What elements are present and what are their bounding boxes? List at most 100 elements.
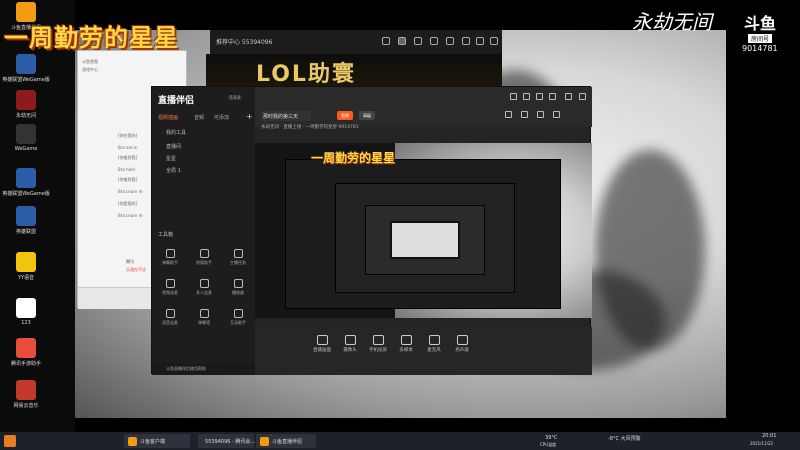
source-toolbar: 直播画面 摄像头 手机投屏 多媒体 麦克风 扬声器: [255, 327, 592, 375]
home-icon[interactable]: [398, 37, 406, 45]
desktop-icon-column: 斗鱼直播伴侣 英雄联盟WeGame版 永劫无间 WeGame 英雄联盟WeGame版 英雄…: [0, 0, 75, 432]
taskbar: 斗鱼客户端 55394096 - 腾讯会... 斗鱼直播伴侣 39°C CPU温度 …: [0, 432, 800, 450]
titlebar-text: 推荐中心 55394096: [216, 39, 273, 46]
minimize-icon[interactable]: [565, 93, 572, 100]
source-button[interactable]: 手机投屏: [363, 335, 393, 353]
file-icon: [16, 298, 36, 318]
settings-icon[interactable]: [510, 93, 517, 100]
lol-banner-text: LOL助寰: [256, 62, 356, 87]
desktop-shortcut[interactable]: 123: [4, 298, 48, 326]
desktop-shortcut-label: 网易云音乐: [13, 403, 39, 409]
danmaku-icon: [165, 249, 175, 258]
source-button[interactable]: 摄像头: [335, 335, 365, 353]
lock-icon[interactable]: [505, 111, 512, 118]
taskbar-app[interactable]: 55394096 - 腾讯会...: [198, 434, 255, 448]
tool-button[interactable]: 弹幕助手: [156, 249, 184, 266]
room-number-label: 房间号: [748, 34, 773, 43]
tool-button[interactable]: 房管助手: [190, 249, 218, 266]
source-button-label: 扬声器: [455, 348, 469, 353]
tool-button[interactable]: 互动助手: [224, 309, 252, 326]
desktop-shortcut[interactable]: 永劫无间: [4, 90, 48, 119]
tool-button[interactable]: 播放器: [224, 279, 252, 296]
cpu-temp: 39°C: [545, 435, 558, 441]
sidebar-item-star[interactable]: 星星: [166, 155, 176, 162]
share-icon[interactable]: [553, 111, 560, 118]
source-button-label: 麦克风: [427, 348, 441, 353]
taskbar-app[interactable]: 斗鱼客户端: [124, 434, 190, 448]
tool-button[interactable]: 弹幕墙: [190, 309, 218, 326]
sidebar-item-tools[interactable]: 我的工具: [166, 129, 186, 136]
speaker-icon: [456, 335, 468, 345]
microphone-icon: [428, 335, 440, 345]
desktop-shortcut[interactable]: 英雄联盟: [4, 206, 48, 235]
clock-date[interactable]: 2021/11/22: [750, 441, 773, 446]
edit-icon[interactable]: [521, 111, 528, 118]
source-button[interactable]: 直播画面: [307, 335, 337, 353]
taskbar-app-label: 斗鱼客户端: [140, 438, 166, 445]
app-version-badge: 5.0.0: [228, 95, 243, 100]
stream-preview[interactable]: 一周勤劳的星星: [255, 143, 592, 318]
app-icon: [260, 436, 269, 446]
advanced-button[interactable]: 高级: [359, 111, 375, 120]
add-icon[interactable]: +: [246, 112, 253, 121]
room-number: 9014781: [742, 44, 778, 53]
player-icon: [233, 279, 243, 288]
chat-line: Bra Learn m: [118, 213, 143, 218]
chat-line: 天通在不适: [126, 267, 146, 272]
tool-button[interactable]: 语音连麦: [156, 309, 184, 326]
source-button[interactable]: 麦克风: [419, 335, 449, 353]
desktop-shortcut[interactable]: 腾讯手游助手: [4, 338, 48, 367]
menu-icon[interactable]: [446, 37, 454, 45]
start-icon[interactable]: [4, 435, 16, 447]
desktop-shortcut-label: YY语音: [17, 275, 35, 281]
tool-button-label: 视频连麦: [162, 290, 178, 295]
tab-audio[interactable]: 音频: [194, 114, 204, 121]
maximize-icon[interactable]: [476, 37, 484, 45]
sidebar-item-room[interactable]: 直播间: [166, 143, 181, 150]
game-logo: 永劫无间: [632, 10, 712, 34]
clock-time[interactable]: 20:01: [762, 433, 776, 439]
app-icon: [128, 436, 137, 446]
chat-line: [你推到我]: [118, 155, 138, 160]
play-icon[interactable]: [382, 37, 390, 45]
background-app-titlebar: 推荐中心 55394096: [210, 30, 502, 54]
tool-button[interactable]: 主播任务: [224, 249, 252, 266]
skin-icon[interactable]: [523, 93, 530, 100]
interact-icon: [233, 309, 243, 318]
desktop-shortcut[interactable]: YY语音: [4, 252, 48, 281]
tool-button-label: 主播任务: [230, 260, 246, 265]
sidebar-item-global[interactable]: 全局 1: [166, 167, 181, 174]
tool-button-label: 弹幕助手: [162, 260, 178, 265]
tab-scene[interactable]: 视频插画: [158, 114, 178, 121]
naraka-icon: [16, 90, 36, 110]
grid-icon[interactable]: [537, 111, 544, 118]
grid-icon[interactable]: [430, 37, 438, 45]
close-icon[interactable]: [490, 37, 498, 45]
tab-add[interactable]: 可添加: [214, 114, 229, 121]
weather-text[interactable]: -8°C 大风预警: [608, 435, 641, 442]
lol-icon: [16, 168, 36, 188]
source-button[interactable]: 扬声器: [447, 335, 477, 353]
footer-help-text[interactable]: 斗鱼直播伴侣使用帮助: [166, 366, 206, 372]
notification-icon[interactable]: [536, 93, 543, 100]
close-icon[interactable]: [579, 93, 586, 100]
streaming-app-window: 直播伴侣 5.0.0 视频插画 音频 可添加 + 我的工具 直播间 星星 全局 …: [151, 86, 592, 375]
desktop-shortcut-label: 腾讯手游助手: [10, 361, 41, 367]
tool-button[interactable]: 视频连麦: [156, 279, 184, 296]
start-live-button[interactable]: 直播: [337, 111, 353, 120]
desktop-shortcut[interactable]: 英雄联盟WeGame版: [2, 168, 50, 197]
desktop-shortcut[interactable]: 网易云音乐: [4, 380, 48, 409]
menu-icon[interactable]: [549, 93, 556, 100]
taskbar-app[interactable]: 斗鱼直播伴侣: [256, 434, 316, 448]
minimize-icon[interactable]: [462, 37, 470, 45]
tool-button-label: 多人连麦: [196, 290, 212, 295]
music-icon: [16, 380, 36, 400]
chat-line: Bra hold: [118, 167, 135, 172]
app-sidebar: 直播伴侣 5.0.0 视频插画 音频 可添加 + 我的工具 直播间 星星 全局 …: [152, 87, 255, 375]
room-title-input[interactable]: [261, 111, 311, 121]
desktop-shortcut[interactable]: WeGame: [4, 124, 48, 152]
tool-button[interactable]: 多人连麦: [190, 279, 218, 296]
source-button[interactable]: 多媒体: [391, 335, 421, 353]
desktop-shortcut[interactable]: 英雄联盟WeGame版: [2, 54, 50, 83]
gamepad-icon[interactable]: [414, 37, 422, 45]
